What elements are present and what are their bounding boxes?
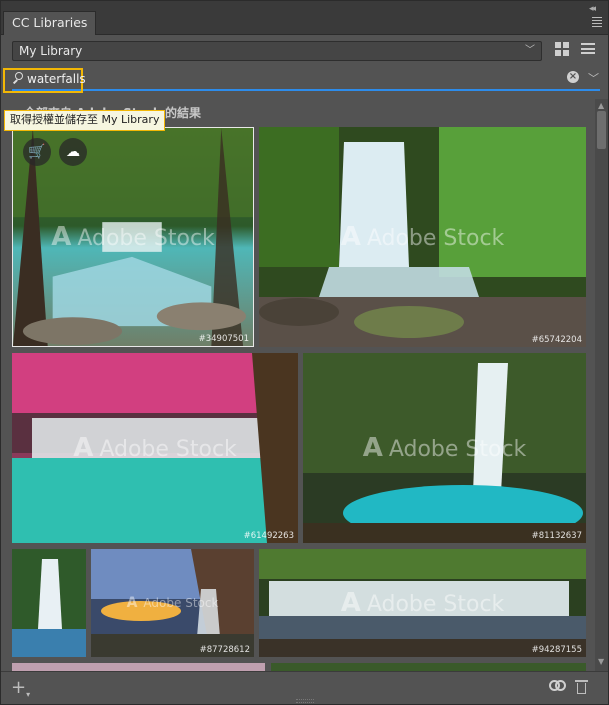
chevron-down-icon: ﹀ xyxy=(525,45,535,56)
stock-image-1[interactable]: A Adobe Stock #34907501 🛒 ☁ xyxy=(12,127,254,347)
image-id: #81132637 xyxy=(531,531,582,541)
adobe-stock-watermark: A Adobe Stock xyxy=(340,588,505,618)
image-id: #65742204 xyxy=(531,335,582,345)
stock-image-2[interactable]: A Adobe Stock #65742204 xyxy=(259,127,586,347)
adobe-stock-watermark: A Adobe Stock xyxy=(73,433,237,463)
license-save-tooltip: 取得授權並儲存至 My Library xyxy=(4,110,166,131)
results-scrollbar[interactable] xyxy=(595,99,608,671)
list-view-icon[interactable] xyxy=(581,43,595,56)
license-and-save-cart-icon[interactable]: 🛒 xyxy=(23,138,51,166)
stock-image-6[interactable]: A Adobe Stock #87728612 xyxy=(91,549,254,657)
add-content-plus-icon[interactable]: +▾ xyxy=(11,679,30,700)
library-select-value: My Library xyxy=(19,44,83,58)
grid-view-icon[interactable] xyxy=(555,42,570,57)
image-id: #61492263 xyxy=(243,531,294,541)
adobe-stock-watermark: A Adobe Stock xyxy=(126,595,219,611)
adobe-stock-watermark: A Adobe Stock xyxy=(362,433,527,463)
image-id: #94287155 xyxy=(531,645,582,655)
collapse-panel-icon[interactable]: ◂◂ xyxy=(589,4,596,14)
search-icon xyxy=(12,72,24,84)
search-options-chevron-icon[interactable]: ﹀ xyxy=(588,70,599,86)
trash-icon[interactable] xyxy=(575,680,588,694)
image-id: #87728612 xyxy=(199,645,250,655)
clear-search-icon[interactable]: × xyxy=(567,71,579,83)
search-input[interactable] xyxy=(27,70,567,88)
stock-image-9[interactable] xyxy=(271,663,586,671)
stock-image-8[interactable] xyxy=(12,663,265,671)
scroll-down-arrow-icon[interactable]: ▼ xyxy=(598,657,604,666)
save-preview-cloud-icon[interactable]: ☁ xyxy=(59,138,87,166)
stock-image-5[interactable] xyxy=(12,549,86,657)
scrollbar-thumb[interactable] xyxy=(597,111,606,149)
stock-image-4[interactable]: A Adobe Stock #81132637 xyxy=(303,353,586,543)
panel-footer: +▾ xyxy=(1,671,608,704)
search-bar: × ﹀ xyxy=(3,68,600,93)
panel-tab-bar: CC Libraries ◂◂ xyxy=(1,1,608,35)
adobe-stock-watermark: A Adobe Stock xyxy=(51,222,215,252)
stock-image-3[interactable]: A Adobe Stock #61492263 xyxy=(12,353,298,543)
adobe-stock-watermark: A Adobe Stock xyxy=(340,222,505,252)
tab-cc-libraries[interactable]: CC Libraries xyxy=(3,11,97,35)
stock-image-7[interactable]: A Adobe Stock #94287155 xyxy=(259,549,586,657)
image-id: #34907501 xyxy=(198,334,249,344)
cc-libraries-panel: CC Libraries ◂◂ My Library ﹀ × ﹀ ▼全部來自 A… xyxy=(0,0,609,705)
resize-grip[interactable] xyxy=(296,699,314,703)
stock-results-grid: A Adobe Stock #34907501 🛒 ☁ A Adobe Stock … xyxy=(1,121,595,671)
panel-menu-icon[interactable] xyxy=(592,17,602,29)
scroll-up-arrow-icon[interactable]: ▲ xyxy=(598,101,604,110)
creative-cloud-icon[interactable] xyxy=(549,680,567,695)
library-select[interactable]: My Library ﹀ xyxy=(12,41,542,61)
